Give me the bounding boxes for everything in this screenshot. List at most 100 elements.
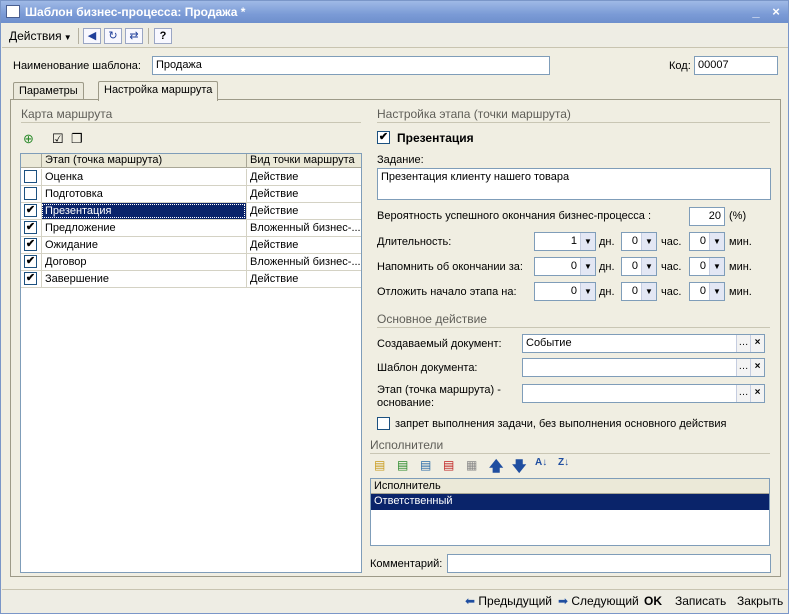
clear-icon[interactable]: × [750,385,764,402]
refresh-icon[interactable]: ↻ [104,28,122,44]
row-checkbox[interactable]: ✔ [24,204,37,217]
executors-title: Исполнители [370,438,444,452]
probability-label: Вероятность успешного окончания бизнес-п… [377,210,652,222]
delay-hours-input[interactable]: 0 ▼ [621,282,657,301]
table-row[interactable]: ✔ Договор Вложенный бизнес-... [21,254,361,271]
edit-check-icon[interactable]: ☑ [52,131,68,147]
remind-days-value: 0 [570,260,577,272]
dropdown-arrow-icon[interactable]: ▼ [641,283,656,300]
probability-input[interactable]: 20 [689,207,725,226]
actions-menu-button[interactable]: Действия ▼ [8,27,73,45]
column-header-stage[interactable]: Этап (точка маршрута) [41,154,246,168]
dropdown-arrow-icon[interactable]: ▼ [580,283,595,300]
save-button[interactable]: Записать [675,594,726,608]
add-row-icon[interactable]: ▤ [374,458,385,472]
section-divider [377,327,770,328]
delete-row-icon[interactable]: ▤ [443,458,454,472]
help-icon[interactable]: ? [154,28,172,44]
prohibit-checkbox[interactable] [377,417,390,430]
bottom-button-bar: ⬅ Предыдущий ➡ Следующий OK Записать Зак… [2,589,788,613]
document-value: Событие [526,337,572,349]
unit-minutes: мин. [729,236,752,248]
unit-days: дн. [599,286,615,298]
row-checkbox[interactable]: ✔ [24,255,37,268]
table-row[interactable]: ✔ Ожидание Действие [21,237,361,254]
prev-arrow-icon: ⬅ [465,594,479,608]
row-checkbox[interactable] [24,170,37,183]
remind-days-input[interactable]: 0 ▼ [534,257,596,276]
table-row[interactable]: Оценка Действие [21,169,361,186]
copy-icon[interactable]: ❐ [71,131,87,147]
dropdown-arrow-icon[interactable]: ▼ [580,258,595,275]
dropdown-arrow-icon[interactable]: ▼ [709,233,724,250]
table-row[interactable]: ✔ Завершение Действие [21,271,361,288]
back-arrow-icon[interactable]: ◀ [83,28,101,44]
dropdown-arrow-icon[interactable]: ▼ [641,233,656,250]
remind-hours-value: 0 [631,260,638,272]
delay-days-input[interactable]: 0 ▼ [534,282,596,301]
table-row[interactable]: ✔ Презентация Действие [21,203,361,220]
select-ellipsis-icon[interactable]: … [736,335,750,352]
move-up-icon[interactable]: 🡅 [489,456,503,480]
tab-route-settings[interactable]: Настройка маршрута [98,81,219,101]
base-stage-label-line1: Этап (точка маршрута) - [377,384,501,396]
add-copy-icon[interactable]: ▤ [397,458,408,472]
executor-row[interactable]: Ответственный [371,494,769,510]
delay-hours-value: 0 [631,285,638,297]
sort-asc-icon[interactable]: A↓ [535,457,547,468]
row-checkbox[interactable] [24,187,37,200]
stage-type-cell: Действие [246,169,361,185]
select-ellipsis-icon[interactable]: … [736,359,750,376]
remind-minutes-input[interactable]: 0 ▼ [689,257,725,276]
comment-input[interactable] [447,554,771,573]
row-checkbox[interactable]: ✔ [24,272,37,285]
dropdown-arrow-icon[interactable]: ▼ [580,233,595,250]
select-ellipsis-icon[interactable]: … [736,385,750,402]
duration-minutes-value: 0 [699,235,706,247]
delay-label: Отложить начало этапа на: [377,286,517,298]
close-icon[interactable]: × [769,5,783,18]
document-label: Создаваемый документ: [377,338,502,350]
close-button[interactable]: Закрыть [737,594,783,608]
executors-column-header[interactable]: Исполнитель [371,479,769,494]
duration-days-input[interactable]: 1 ▼ [534,232,596,251]
delay-minutes-input[interactable]: 0 ▼ [689,282,725,301]
code-input[interactable]: 00007 [694,56,778,75]
table-row[interactable]: ✔ Предложение Вложенный бизнес-... [21,220,361,237]
table-row[interactable]: Подготовка Действие [21,186,361,203]
section-divider [21,122,361,123]
edit-row-icon[interactable]: ▤ [420,458,431,472]
row-checkbox[interactable]: ✔ [24,238,37,251]
duration-minutes-input[interactable]: 0 ▼ [689,232,725,251]
doc-template-input[interactable] [522,358,765,377]
add-route-icon[interactable]: ⊕ [23,131,39,147]
column-header-type[interactable]: Вид точки маршрута [246,154,361,168]
window-title: Шаблон бизнес-процесса: Продажа * [25,5,246,19]
grid-icon[interactable]: ▦ [466,458,477,472]
navigate-icon[interactable]: ⇄ [125,28,143,44]
next-button[interactable]: ➡ Следующий [558,594,639,608]
main-window: Шаблон бизнес-процесса: Продажа * _ × Де… [0,0,789,614]
prev-button[interactable]: ⬅ Предыдущий [465,594,552,608]
dropdown-arrow-icon[interactable]: ▼ [709,283,724,300]
toolbar: Действия ▼ ◀ ↻ ⇄ ? [2,24,788,48]
base-stage-input[interactable] [522,384,765,403]
stage-enabled-checkbox[interactable]: ✔ [377,131,390,144]
dropdown-arrow-icon[interactable]: ▼ [641,258,656,275]
template-name-label: Наименование шаблона: [13,60,141,72]
task-input[interactable]: Презентация клиенту нашего товара [377,168,771,200]
clear-icon[interactable]: × [750,359,764,376]
minimize-icon[interactable]: _ [749,5,763,18]
move-down-icon[interactable]: 🡇 [512,456,526,480]
template-name-input[interactable]: Продажа [152,56,550,75]
ok-button[interactable]: OK [644,594,662,608]
row-checkbox[interactable]: ✔ [24,221,37,234]
remind-hours-input[interactable]: 0 ▼ [621,257,657,276]
clear-icon[interactable]: × [750,335,764,352]
document-input[interactable]: Событие [522,334,765,353]
next-arrow-icon: ➡ [558,594,572,608]
sort-desc-icon[interactable]: Z↓ [558,457,569,468]
dropdown-arrow-icon[interactable]: ▼ [709,258,724,275]
tab-parameters[interactable]: Параметры [13,82,84,100]
duration-hours-input[interactable]: 0 ▼ [621,232,657,251]
